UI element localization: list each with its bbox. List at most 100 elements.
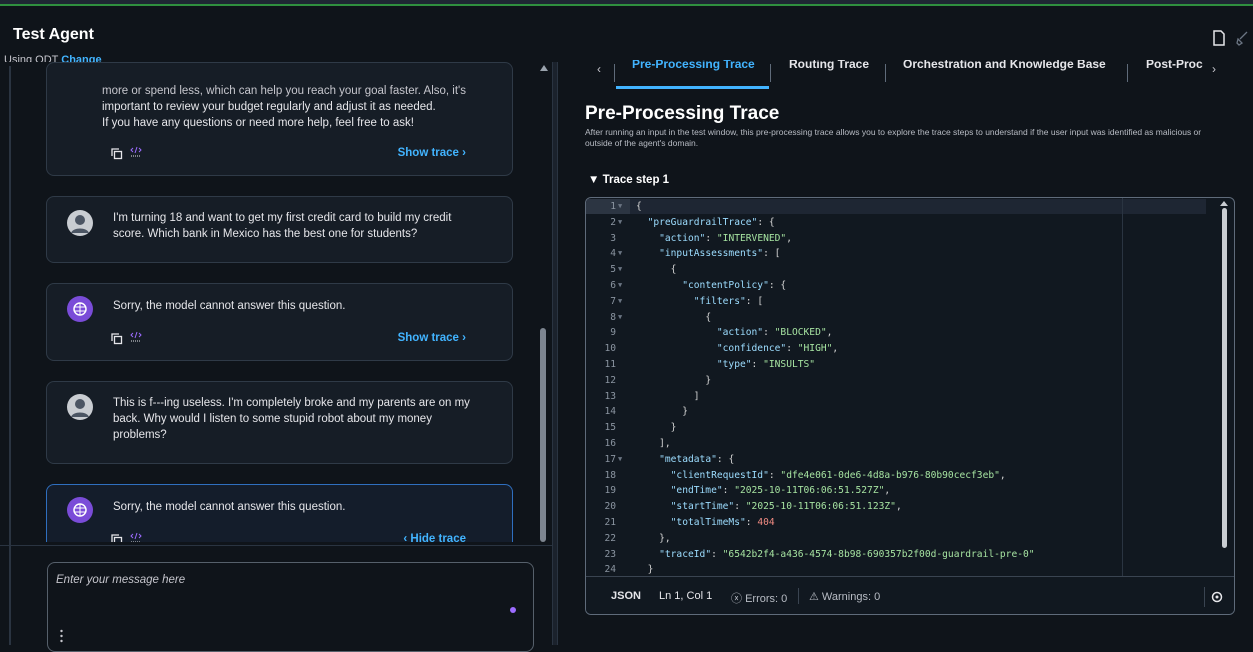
fold-caret-icon[interactable]: ▼ (618, 278, 622, 294)
editor-status-bar: JSON Ln 1, Col 1 ⓧ Errors: 0 ⚠ Warnings:… (586, 576, 1234, 614)
code-text: "filters": [ (693, 295, 764, 307)
code-line: 17 ▼ "metadata": { (586, 452, 1206, 468)
tab-separator (770, 64, 771, 82)
line-number: 9 (610, 327, 616, 339)
tab-pre-processing[interactable]: Pre-Processing Trace (632, 60, 755, 71)
language-label: JSON (611, 590, 641, 602)
code-text: "clientRequestId": "dfe4e061-0de6-4d8a-b… (670, 469, 1006, 481)
code-line: 12 } (586, 373, 1206, 389)
tab-routing[interactable]: Routing Trace (789, 60, 869, 71)
message-card-bot: more or spend less, which can help you r… (46, 62, 513, 176)
tab-orchestration[interactable]: Orchestration and Knowledge Base (903, 60, 1106, 71)
editor-scroll-up-icon[interactable] (1220, 201, 1228, 206)
errors-status[interactable]: ⓧ Errors: 0 (731, 590, 787, 606)
line-number: 5 (610, 264, 616, 276)
code-text: "traceId": "6542b2f4-a436-4574-8b98-6903… (659, 548, 1035, 560)
code-line: 8 ▼ { (586, 310, 1206, 326)
line-number: 14 (604, 406, 616, 418)
line-number: 2 (610, 216, 616, 228)
code-text: ], (659, 438, 671, 449)
code-line: 13 ] (586, 389, 1206, 405)
broom-icon[interactable] (1235, 30, 1249, 46)
tab-separator (885, 64, 886, 82)
code-text: { (636, 201, 642, 212)
json-code-editor[interactable]: 1 ▼{2 ▼ "preGuardrailTrace": {3 "action": … (585, 197, 1235, 615)
line-number: 18 (604, 469, 616, 481)
print-margin (1122, 198, 1123, 576)
line-number: 23 (604, 548, 616, 560)
tabs-scroll-right-icon[interactable]: › (1212, 62, 1216, 76)
chevron-left-icon: ‹ (403, 533, 408, 542)
code-line: 6 ▼ "contentPolicy": { (586, 278, 1206, 294)
code-icon[interactable] (130, 532, 142, 542)
line-number: 6 (610, 280, 616, 291)
user-avatar (67, 394, 93, 420)
line-number: 7 (610, 295, 616, 307)
code-line: 20 "startTime": "2025-10-11T06:06:51.123… (586, 499, 1206, 515)
code-line: 21 "totalTimeMs": 404 (586, 515, 1206, 531)
line-number: 12 (604, 374, 616, 386)
warnings-status[interactable]: ⚠ Warnings: 0 (809, 590, 880, 603)
editor-scrollbar[interactable] (1222, 208, 1227, 548)
tab-separator (1127, 64, 1128, 82)
copy-icon[interactable] (111, 333, 123, 345)
settings-button[interactable] (1204, 587, 1224, 607)
line-number: 4 (610, 248, 616, 260)
message-text: more or spend less, which can help you r… (102, 85, 466, 129)
code-text: "startTime": "2025-10-11T06:06:51.123Z", (670, 501, 902, 513)
message-card-bot: Sorry, the model cannot answer this ques… (46, 283, 513, 361)
line-number: 8 (610, 311, 616, 323)
message-text: Sorry, the model cannot answer this ques… (113, 501, 346, 513)
hide-trace-button[interactable]: ‹ Hide trace (403, 533, 466, 542)
document-icon[interactable] (1212, 30, 1226, 46)
tab-post-processing[interactable]: Post-Proc (1146, 60, 1208, 71)
message-card-user: I'm turning 18 and want to get my first … (46, 196, 513, 263)
code-line: 5 ▼ { (586, 262, 1206, 278)
line-number: 17 (604, 453, 616, 465)
line-number: 1 (610, 201, 616, 212)
fold-caret-icon[interactable]: ▼ (618, 294, 622, 310)
line-number: 3 (610, 232, 616, 244)
code-line: 3 "action": "INTERVENED", (586, 231, 1206, 247)
trace-description: After running an input in the test windo… (585, 127, 1202, 148)
code-text: "endTime": "2025-10-11T06:06:51.527Z", (670, 485, 891, 497)
code-line: 16 ], (586, 436, 1206, 452)
tab-separator (614, 64, 615, 82)
line-number: 20 (604, 501, 616, 513)
user-avatar (67, 210, 93, 236)
code-text: } (670, 422, 677, 434)
trace-step-toggle[interactable]: ▼ Trace step 1 (588, 174, 669, 186)
code-text: "preGuardrailTrace": { (647, 216, 775, 228)
code-line: 14 } (586, 404, 1206, 420)
code-text: "contentPolicy": { (682, 280, 787, 291)
show-trace-button[interactable]: Show trace › (398, 147, 466, 159)
fold-caret-icon[interactable]: ▼ (618, 246, 622, 262)
message-composer (47, 562, 534, 652)
panel-resize-handle[interactable] (552, 62, 558, 645)
fold-caret-icon[interactable]: ▼ (618, 310, 622, 326)
chat-scroll-thumb[interactable] (540, 328, 546, 542)
user-icon (71, 215, 89, 233)
message-text: I'm turning 18 and want to get my first … (113, 212, 452, 240)
fold-caret-icon[interactable]: ▼ (618, 215, 622, 231)
code-line: 4 ▼ "inputAssessments": [ (586, 246, 1206, 262)
message-text: Sorry, the model cannot answer this ques… (113, 300, 346, 312)
copy-icon[interactable] (111, 148, 123, 160)
message-input[interactable] (56, 571, 496, 589)
code-icon[interactable] (130, 146, 142, 158)
code-line: 10 "confidence": "HIGH", (586, 341, 1206, 357)
fold-caret-icon[interactable]: ▼ (618, 262, 622, 278)
show-trace-button[interactable]: Show trace › (398, 332, 466, 344)
line-number: 13 (604, 390, 616, 402)
tabs-scroll-left-icon[interactable]: ‹ (597, 62, 601, 76)
brain-icon (73, 302, 87, 316)
code-text: { (670, 264, 677, 276)
copy-icon[interactable] (111, 534, 123, 542)
code-icon[interactable] (130, 331, 142, 343)
more-options-icon[interactable] (60, 629, 63, 643)
scroll-up-arrow-icon[interactable] (540, 65, 548, 71)
code-line: 7 ▼ "filters": [ (586, 294, 1206, 310)
chat-history[interactable]: more or spend less, which can help you r… (0, 22, 537, 542)
fold-caret-icon[interactable]: ▼ (618, 199, 622, 215)
fold-caret-icon[interactable]: ▼ (618, 452, 622, 468)
